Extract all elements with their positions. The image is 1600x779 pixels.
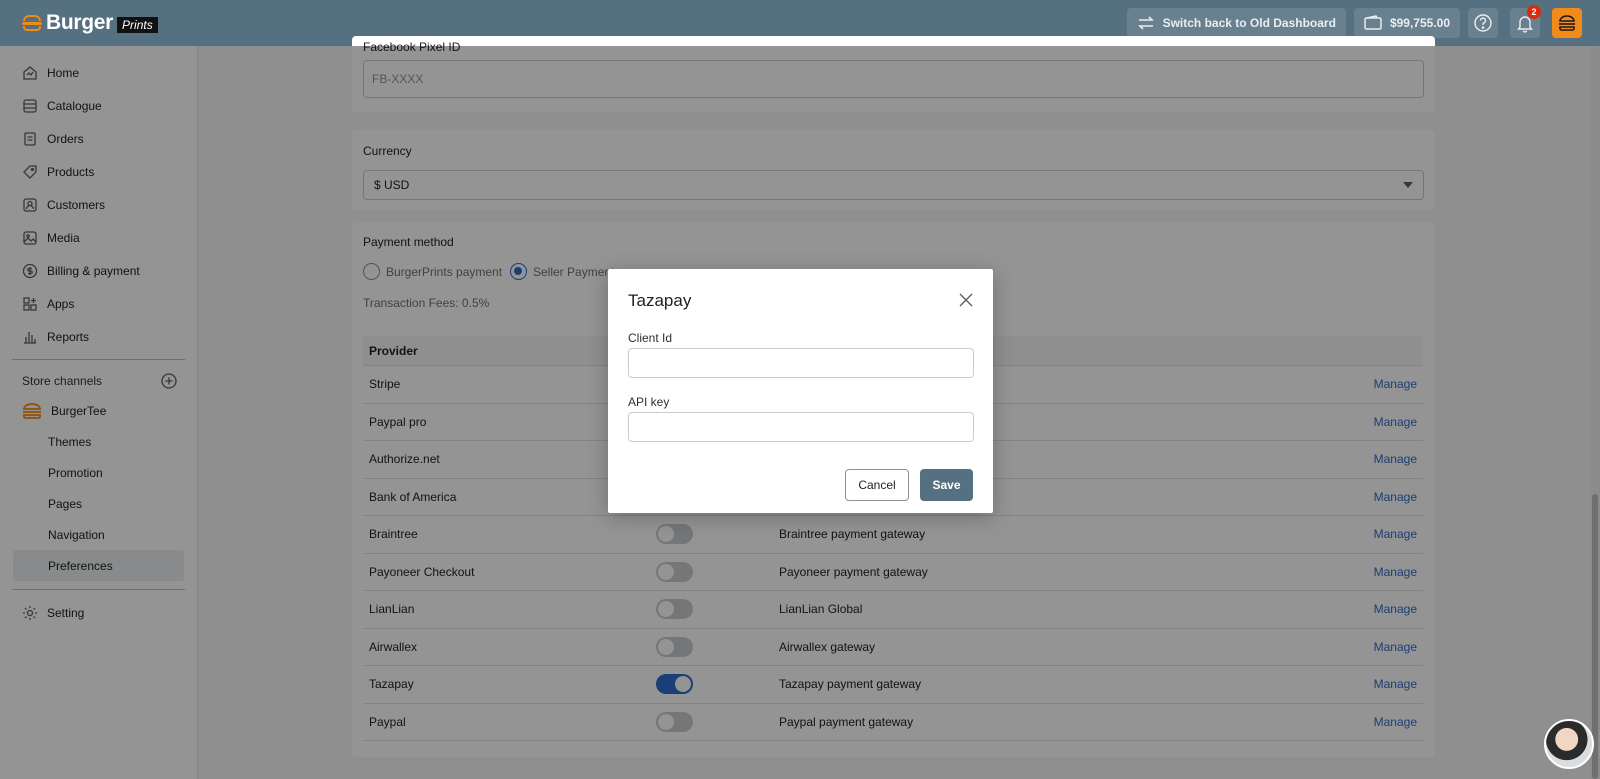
swap-icon bbox=[1137, 16, 1154, 30]
wallet-balance-button[interactable]: $99,755.00 bbox=[1353, 8, 1460, 38]
brand-name: Burger bbox=[46, 11, 114, 34]
client-id-label: Client Id bbox=[628, 331, 673, 345]
support-chat-avatar[interactable] bbox=[1544, 719, 1594, 769]
wallet-balance: $99,755.00 bbox=[1389, 16, 1450, 30]
burger-logo-icon bbox=[22, 13, 42, 33]
switch-dashboard-button[interactable]: Switch back to Old Dashboard bbox=[1126, 8, 1346, 38]
wallet-icon bbox=[1364, 15, 1382, 30]
tazapay-modal: Tazapay Client Id API key Cancel Save bbox=[608, 269, 993, 513]
modal-title: Tazapay bbox=[628, 291, 692, 310]
notifications-button[interactable]: 2 bbox=[1510, 5, 1541, 38]
notification-badge: 2 bbox=[1527, 5, 1541, 19]
burger-avatar-icon bbox=[1559, 15, 1575, 31]
help-icon bbox=[1474, 14, 1492, 32]
save-button[interactable]: Save bbox=[920, 469, 973, 501]
api-key-input[interactable] bbox=[628, 412, 974, 442]
brand-logo[interactable]: Burger Prints bbox=[22, 11, 158, 35]
api-key-label: API key bbox=[628, 395, 670, 409]
switch-dashboard-label: Switch back to Old Dashboard bbox=[1162, 16, 1336, 30]
client-id-input[interactable] bbox=[628, 348, 974, 378]
account-avatar-button[interactable] bbox=[1552, 8, 1582, 38]
cancel-button[interactable]: Cancel bbox=[845, 469, 909, 501]
brand-sub: Prints bbox=[117, 16, 158, 33]
help-button[interactable] bbox=[1468, 8, 1498, 38]
close-icon[interactable] bbox=[957, 291, 975, 309]
